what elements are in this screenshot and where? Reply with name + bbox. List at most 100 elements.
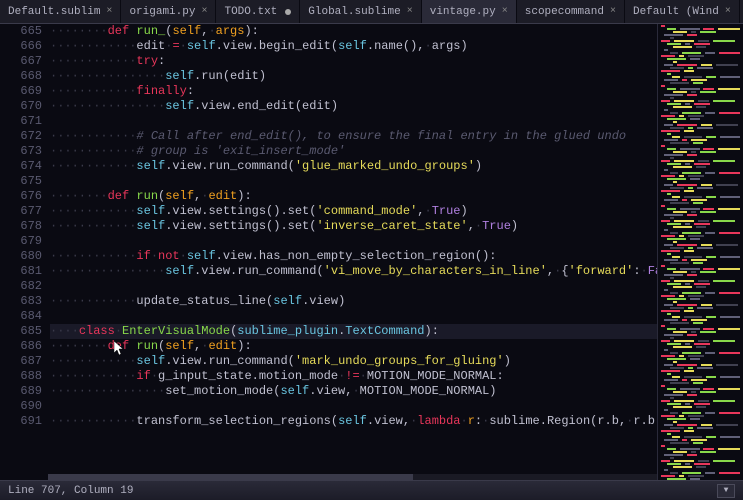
code-line: ················set_motion_mode(self.vie…: [50, 384, 657, 399]
minimap-line: [658, 142, 743, 144]
minimap-line: [658, 304, 743, 306]
line-number: 682: [0, 279, 42, 294]
close-icon[interactable]: ×: [725, 6, 731, 17]
minimap-line: [658, 64, 743, 66]
whitespace: ············: [50, 249, 136, 263]
minimap-line: [658, 442, 743, 444]
code-line: ············self.view.settings().set('in…: [50, 219, 657, 234]
status-dropdown-button[interactable]: ▼: [717, 484, 735, 498]
minimap-line: [658, 100, 743, 102]
token: =: [172, 39, 179, 53]
token: finally: [136, 84, 186, 98]
close-icon[interactable]: ×: [610, 6, 616, 17]
tab[interactable]: Default (Wind×: [625, 0, 740, 23]
minimap-line: [658, 46, 743, 48]
line-number: 667: [0, 54, 42, 69]
minimap-line: [658, 67, 743, 69]
whitespace: ············: [50, 39, 136, 53]
whitespace: ············: [50, 414, 136, 428]
token: r.b: [633, 414, 655, 428]
line-number: 678: [0, 219, 42, 234]
code-line: [50, 114, 657, 129]
token: if: [136, 249, 150, 263]
tab[interactable]: Global.sublime ×: [300, 0, 421, 23]
minimap-line: [658, 133, 743, 135]
tab[interactable]: origami.py ×: [121, 0, 216, 23]
minimap-line: [658, 253, 743, 255]
token: sublime.Region(r.b,: [489, 414, 626, 428]
minimap-line: [658, 238, 743, 240]
token: edit: [136, 39, 165, 53]
token: !=: [345, 369, 359, 383]
line-number: 669: [0, 84, 42, 99]
minimap-line: [658, 40, 743, 42]
tab[interactable]: Default.sublim×: [0, 0, 121, 23]
token: ): [504, 354, 511, 368]
token: ·: [151, 369, 158, 383]
minimap-line: [658, 472, 743, 474]
minimap-line: [658, 337, 743, 339]
token: :: [158, 54, 165, 68]
minimap-line: [658, 262, 743, 264]
minimap[interactable]: [657, 24, 743, 480]
tab[interactable]: vintage.py×: [422, 0, 517, 23]
dirty-indicator-icon: [285, 9, 291, 15]
code-line: ············if·not·self.view.has_non_emp…: [50, 249, 657, 264]
chevron-down-icon: ▼: [724, 486, 729, 495]
code-line: [50, 234, 657, 249]
minimap-line: [658, 175, 743, 177]
token: args: [216, 24, 245, 38]
token: ·: [208, 24, 215, 38]
line-number: 674: [0, 159, 42, 174]
code-line: ················self.view.end_edit(edit): [50, 99, 657, 114]
code-line: ············self.view.run_command('glue_…: [50, 159, 657, 174]
close-icon[interactable]: ×: [407, 6, 413, 17]
tab[interactable]: TODO.txt: [216, 0, 300, 23]
tab-label: origami.py: [129, 6, 195, 18]
line-number: 687: [0, 354, 42, 369]
minimap-line: [658, 58, 743, 60]
token: .view.run_command(: [194, 264, 324, 278]
token: ,: [417, 204, 424, 218]
tab[interactable]: scopecommand×: [517, 0, 625, 23]
line-number: 666: [0, 39, 42, 54]
close-icon[interactable]: ×: [201, 6, 207, 17]
minimap-line: [658, 241, 743, 243]
minimap-line: [658, 298, 743, 300]
minimap-line: [658, 406, 743, 408]
minimap-line: [658, 469, 743, 471]
token: ·: [641, 264, 648, 278]
minimap-line: [658, 88, 743, 90]
tab-label: Global.sublime: [308, 6, 400, 18]
minimap-line: [658, 52, 743, 54]
code-line: ················self.view.run_command('v…: [50, 264, 657, 279]
token: run: [136, 189, 158, 203]
minimap-line: [658, 475, 743, 477]
code-line: ············update_status_line(self.view…: [50, 294, 657, 309]
code-area[interactable]: ········def run_(self,·args):···········…: [48, 24, 657, 480]
close-icon[interactable]: ×: [106, 6, 112, 17]
minimap-line: [658, 445, 743, 447]
minimap-line: [658, 196, 743, 198]
token: self: [136, 159, 165, 173]
whitespace: ····: [50, 324, 79, 338]
token: .view.settings().set(: [165, 219, 316, 233]
close-icon[interactable]: ×: [502, 6, 508, 17]
status-bar: Line 707, Column 19 ▼: [0, 480, 743, 500]
minimap-line: [658, 37, 743, 39]
code-line: ············self.view.run_command('mark_…: [50, 354, 657, 369]
token: if: [136, 369, 150, 383]
token: MOTION_MODE_NORMAL:: [367, 369, 504, 383]
token: self: [280, 384, 309, 398]
minimap-line: [658, 373, 743, 375]
token: update_status_line(: [136, 294, 273, 308]
minimap-line: [658, 421, 743, 423]
minimap-line: [658, 454, 743, 456]
minimap-line: [658, 184, 743, 186]
token: # Call after end_edit(), to ensure the f…: [136, 129, 626, 143]
minimap-line: [658, 415, 743, 417]
line-number: 690: [0, 399, 42, 414]
minimap-line: [658, 232, 743, 234]
minimap-line: [658, 43, 743, 45]
minimap-line: [658, 115, 743, 117]
